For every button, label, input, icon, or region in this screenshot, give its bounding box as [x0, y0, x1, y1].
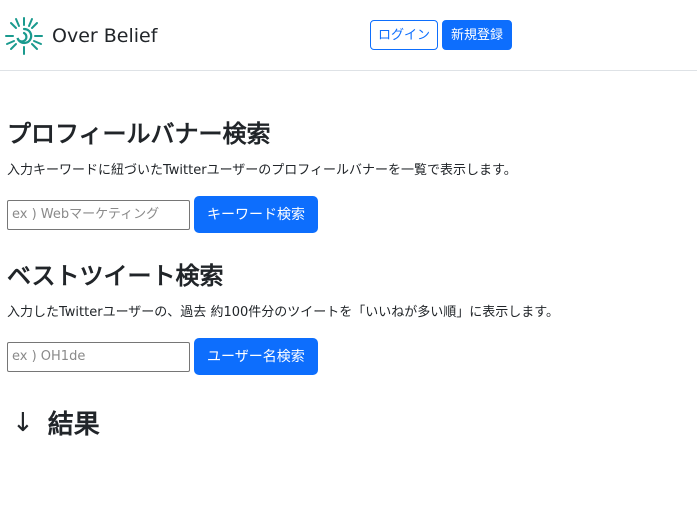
banner-search-description: 入力キーワードに紐づいたTwitterユーザーのプロフィールバナーを一覧で表示し… [7, 163, 517, 178]
sun-swirl-logo-icon [5, 17, 43, 55]
username-search-button[interactable]: ユーザー名検索 [194, 338, 318, 375]
tweet-search-form: ユーザー名検索 [7, 338, 559, 375]
banner-search-section: プロフィールバナー検索 入力キーワードに紐づいたTwitterユーザーのプロフィ… [7, 114, 517, 233]
down-arrow-icon: ↓ [12, 407, 34, 438]
keyword-search-input[interactable] [7, 199, 190, 230]
username-search-input[interactable] [7, 341, 190, 372]
tweet-search-title: ベストツイート検索 [7, 262, 224, 290]
auth-buttons: ログイン 新規登録 [370, 20, 513, 50]
brand-name: Over Belief [52, 25, 158, 47]
banner-search-form: キーワード検索 [7, 196, 517, 233]
results-title: 結果 [47, 410, 100, 440]
banner-search-title: プロフィールバナー検索 [7, 120, 271, 148]
signup-button[interactable]: 新規登録 [442, 20, 513, 50]
tweet-search-section: ベストツイート検索 入力したTwitterユーザーの、過去 約100件分のツイー… [7, 256, 559, 375]
login-button[interactable]: ログイン [370, 20, 439, 50]
navbar: Over Belief ログイン 新規登録 [0, 0, 697, 71]
tweet-search-description: 入力したTwitterユーザーの、過去 約100件分のツイートを「いいねが多い順… [7, 305, 559, 320]
brand-link[interactable]: Over Belief [4, 16, 157, 56]
results-heading: ↓ 結果 [12, 404, 100, 441]
keyword-search-button[interactable]: キーワード検索 [194, 196, 318, 233]
